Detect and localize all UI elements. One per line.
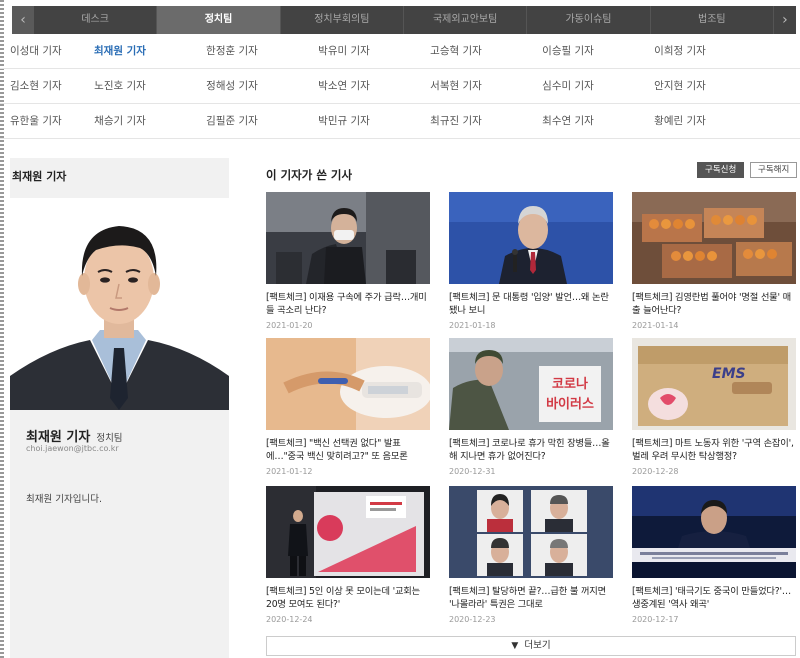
unsubscribe-button[interactable]: 구독해지 [750,162,798,178]
article-date: 2021-01-12 [266,467,313,476]
thumb-text-ems: EMS [712,366,746,382]
tab-politics[interactable]: 정치팀 [157,6,281,34]
profile-header: 최재원 기자 [12,170,67,183]
article-thumbnail[interactable] [449,486,613,578]
reporter-name-block: 최재원 기자 정치팀 [26,426,123,445]
team-tab-bar: ‹ 데스크 정치팀 정치부회의팀 국제외교안보팀 가동이슈팀 법조팀 › [12,6,796,34]
article-date: 2020-12-17 [632,615,679,624]
tab-politics-meeting[interactable]: 정치부회의팀 [281,6,404,34]
reporter-link[interactable]: 노진호 기자 [64,69,176,103]
reporter-link[interactable]: 이성대 기자 [0,34,64,68]
reporter-link-active[interactable]: 최재원 기자 [64,34,176,68]
reporter-link[interactable]: 박소연 기자 [288,69,400,103]
article-thumbnail[interactable] [266,338,430,430]
article-date: 2020-12-28 [632,467,679,476]
reporter-link[interactable]: 정해성 기자 [176,69,288,103]
reporter-link[interactable]: 안지현 기자 [624,69,736,103]
article-title[interactable]: [팩트체크] 문 대통령 '입양' 발언…왜 논란 됐나 보니 [449,291,613,317]
reporter-name: 최재원 기자 [26,430,91,445]
reporter-grid: 이성대 기자 최재원 기자 한정훈 기자 박유미 기자 고승혁 기자 이승필 기… [0,34,800,139]
reporter-link[interactable]: 한정훈 기자 [176,34,288,68]
reporter-row: 유한울 기자 채승기 기자 김필준 기자 박민규 기자 최규진 기자 최수연 기… [0,104,800,139]
article-card[interactable]: [팩트체크] 5인 이상 못 모이는데 '교회는 20명 모여도 된다?' 20… [266,486,430,624]
reporter-profile: 최재원 기자 최재원 기자 정치팀 choi.jaewon@jtbc.co.kr… [10,158,229,658]
article-title[interactable]: [팩트체크] 5인 이상 못 모이는데 '교회는 20명 모여도 된다?' [266,585,430,611]
article-card[interactable]: [팩트체크] "백신 선택권 없다" 발표에…"중국 백신 맞히려고?" 또 음… [266,338,430,476]
article-title[interactable]: [팩트체크] 탈당하면 끝?…급한 불 꺼지면 '나몰라라' 특권은 그대로 [449,585,613,611]
tab-next-arrow-icon[interactable]: › [773,6,796,34]
reporter-link[interactable]: 김필준 기자 [176,104,288,138]
reporter-link[interactable]: 박유미 기자 [288,34,400,68]
article-date: 2021-01-20 [266,321,313,330]
reporter-link[interactable]: 심수미 기자 [512,69,624,103]
tab-desk[interactable]: 데스크 [34,6,158,34]
article-card[interactable]: EMS [팩트체크] 마트 노동자 위한 '구역 손잡이', 벌레 우려 무시한… [632,338,796,476]
tab-legal[interactable]: 법조팀 [651,6,774,34]
article-thumbnail[interactable]: EMS [632,338,796,430]
article-title[interactable]: [팩트체크] 이재용 구속에 주가 급락…개미들 곡소리 난다? [266,291,430,317]
reporter-link[interactable]: 이승필 기자 [512,34,624,68]
reporter-link[interactable]: 서복현 기자 [400,69,512,103]
article-card[interactable]: [팩트체크] 탈당하면 끝?…급한 불 꺼지면 '나몰라라' 특권은 그대로 2… [449,486,613,624]
article-title[interactable]: [팩트체크] 김영란법 풀어야 '명절 선물' 매출 늘어난다? [632,291,796,317]
thumb-text-virus: 바이러스 [546,396,594,412]
subscribe-button[interactable]: 구독신청 [697,162,745,178]
article-card[interactable]: [팩트체크] 김영란법 풀어야 '명절 선물' 매출 늘어난다? 2021-01… [632,192,796,330]
tab-international-security[interactable]: 국제외교안보팀 [404,6,528,34]
article-card[interactable]: [팩트체크] 이재용 구속에 주가 급락…개미들 곡소리 난다? 2021-01… [266,192,430,330]
reporter-team: 정치팀 [96,433,123,444]
article-title[interactable]: [팩트체크] "백신 선택권 없다" 발표에…"중국 백신 맞히려고?" 또 음… [266,437,430,463]
tab-prev-arrow-icon[interactable]: ‹ [12,6,34,34]
reporter-link[interactable]: 고승혁 기자 [400,34,512,68]
reporter-row: 이성대 기자 최재원 기자 한정훈 기자 박유미 기자 고승혁 기자 이승필 기… [0,34,800,69]
article-title[interactable]: [팩트체크] '태극기도 중국이 만들었다?'…생중계된 '역사 왜곡' [632,585,796,611]
reporter-link[interactable]: 유한울 기자 [0,104,64,138]
reporter-intro: 최재원 기자입니다. [26,494,102,505]
article-card[interactable]: [팩트체크] '태극기도 중국이 만들었다?'…생중계된 '역사 왜곡' 202… [632,486,796,624]
reporter-link[interactable]: 최수연 기자 [512,104,624,138]
article-card[interactable]: 코로나 바이러스 [팩트체크] 코로나로 휴가 막힌 장병들…올해 지나면 휴가… [449,338,613,476]
article-date: 2020-12-31 [449,467,496,476]
reporter-link[interactable]: 이희정 기자 [624,34,736,68]
tab-mobile-issue[interactable]: 가동이슈팀 [527,6,651,34]
article-title[interactable]: [팩트체크] 마트 노동자 위한 '구역 손잡이', 벌레 우려 무시한 탁상행… [632,437,796,463]
article-date: 2021-01-14 [632,321,679,330]
article-date: 2020-12-24 [266,615,313,624]
article-thumbnail[interactable] [632,192,796,284]
article-thumbnail[interactable] [449,192,613,284]
reporter-row: 김소현 기자 노진호 기자 정해성 기자 박소연 기자 서복현 기자 심수미 기… [0,69,800,104]
more-label: 더보기 [524,640,551,651]
more-button[interactable]: ▼ 더보기 [266,636,796,656]
reporter-email[interactable]: choi.jaewon@jtbc.co.kr [26,444,119,453]
thumb-text-corona: 코로나 [552,376,588,392]
article-thumbnail[interactable] [632,486,796,578]
reporter-link[interactable]: 박민규 기자 [288,104,400,138]
article-thumbnail[interactable] [266,192,430,284]
article-card[interactable]: [팩트체크] 문 대통령 '입양' 발언…왜 논란 됐나 보니 2021-01-… [449,192,613,330]
reporter-link[interactable]: 황예린 기자 [624,104,736,138]
article-thumbnail[interactable]: 코로나 바이러스 [449,338,613,430]
reporter-link[interactable]: 김소현 기자 [0,69,64,103]
reporter-photo [10,198,229,410]
chevron-down-icon: ▼ [511,641,519,651]
article-title[interactable]: [팩트체크] 코로나로 휴가 막힌 장병들…올해 지나면 휴가 없어진다? [449,437,613,463]
articles-section-title: 이 기자가 쓴 기사 [266,168,353,182]
reporter-link[interactable]: 채승기 기자 [64,104,176,138]
article-date: 2021-01-18 [449,321,496,330]
article-thumbnail[interactable] [266,486,430,578]
article-date: 2020-12-23 [449,615,496,624]
reporter-link[interactable]: 최규진 기자 [400,104,512,138]
